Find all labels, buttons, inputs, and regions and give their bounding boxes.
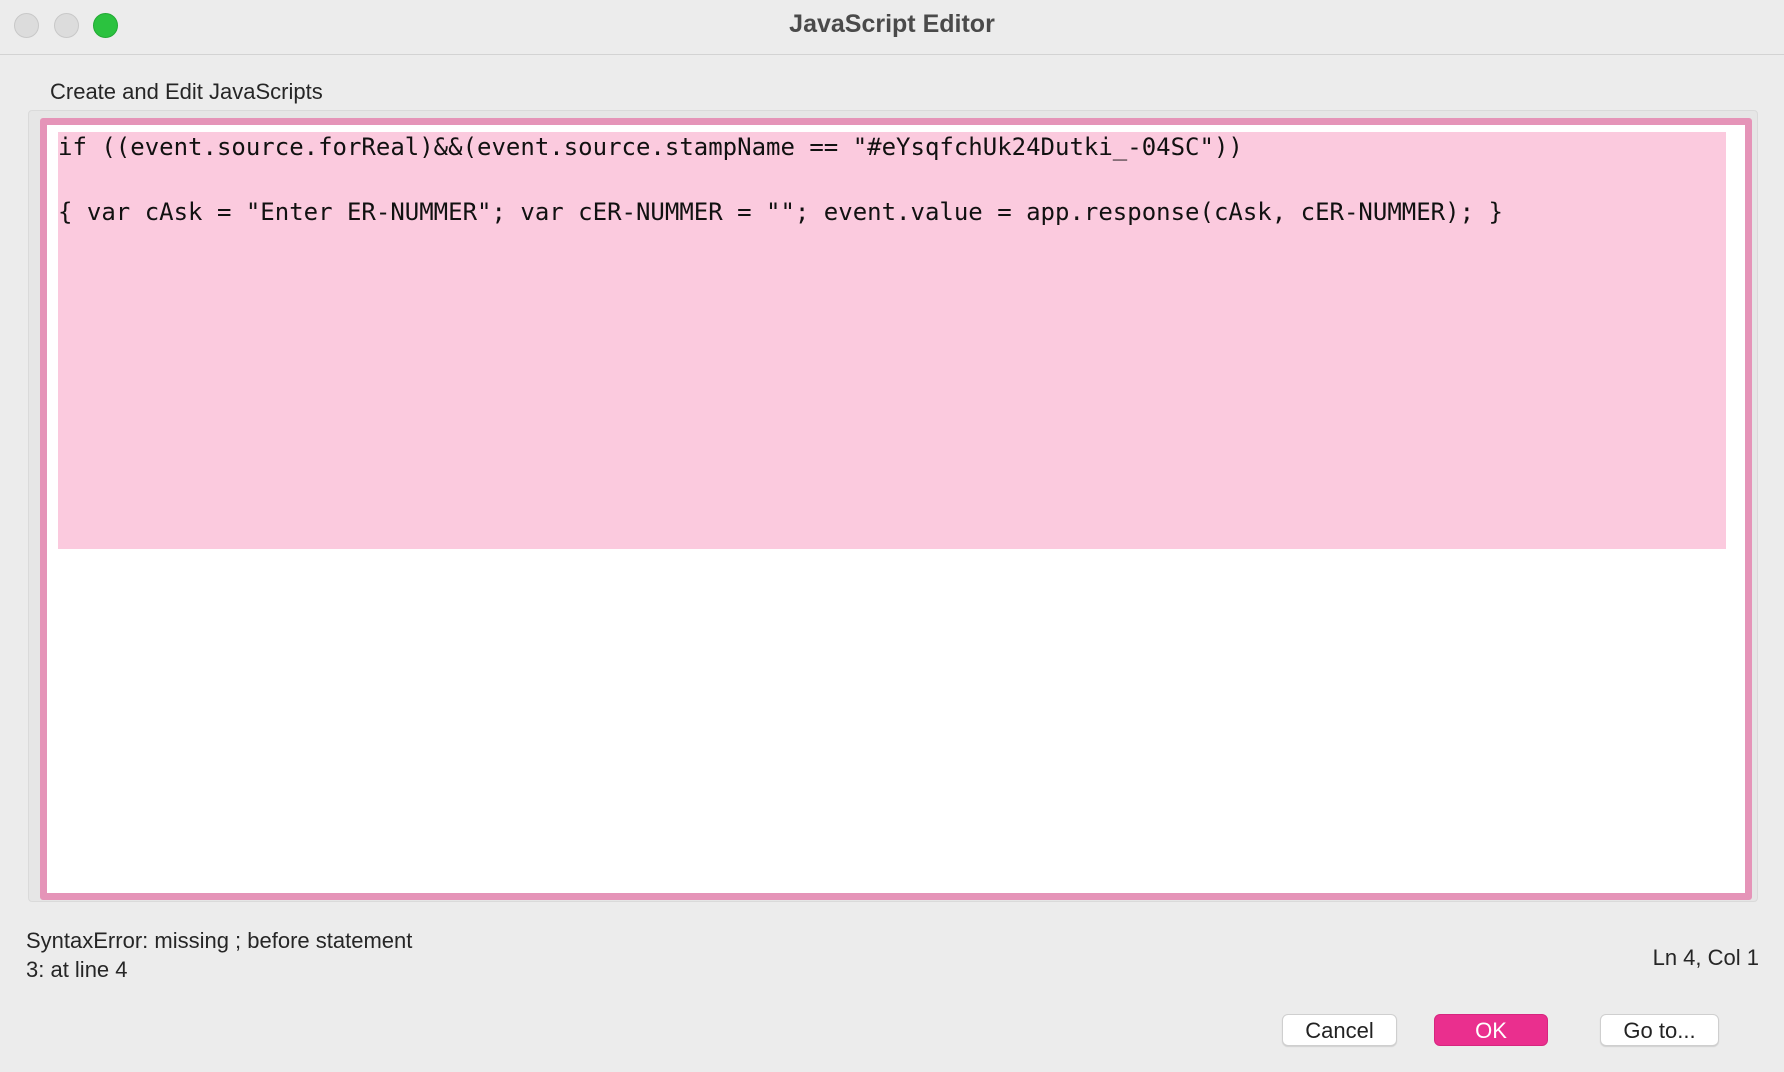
ok-button[interactable]: OK	[1434, 1014, 1548, 1046]
selection-highlight	[58, 132, 1726, 549]
window-title: JavaScript Editor	[789, 10, 995, 38]
code-editor[interactable]: if ((event.source.forReal)&&(event.sourc…	[40, 118, 1752, 900]
title-bar: JavaScript Editor	[0, 0, 1784, 55]
cursor-position: Ln 4, Col 1	[1652, 945, 1759, 970]
go-to-button[interactable]: Go to...	[1600, 1014, 1719, 1046]
javascript-editor-window: JavaScript Editor Create and Edit JavaSc…	[0, 0, 1784, 1072]
code-line-2: { var cAsk = "Enter ER-NUMMER"; var cER-…	[58, 198, 1503, 226]
code-line-1: if ((event.source.forReal)&&(event.sourc…	[58, 133, 1243, 161]
error-status: SyntaxError: missing ; before statement …	[26, 926, 412, 984]
cancel-button[interactable]: Cancel	[1282, 1014, 1397, 1046]
error-message: SyntaxError: missing ; before statement	[26, 928, 413, 953]
section-label: Create and Edit JavaScripts	[50, 79, 323, 104]
error-location: 3: at line 4	[26, 957, 128, 982]
